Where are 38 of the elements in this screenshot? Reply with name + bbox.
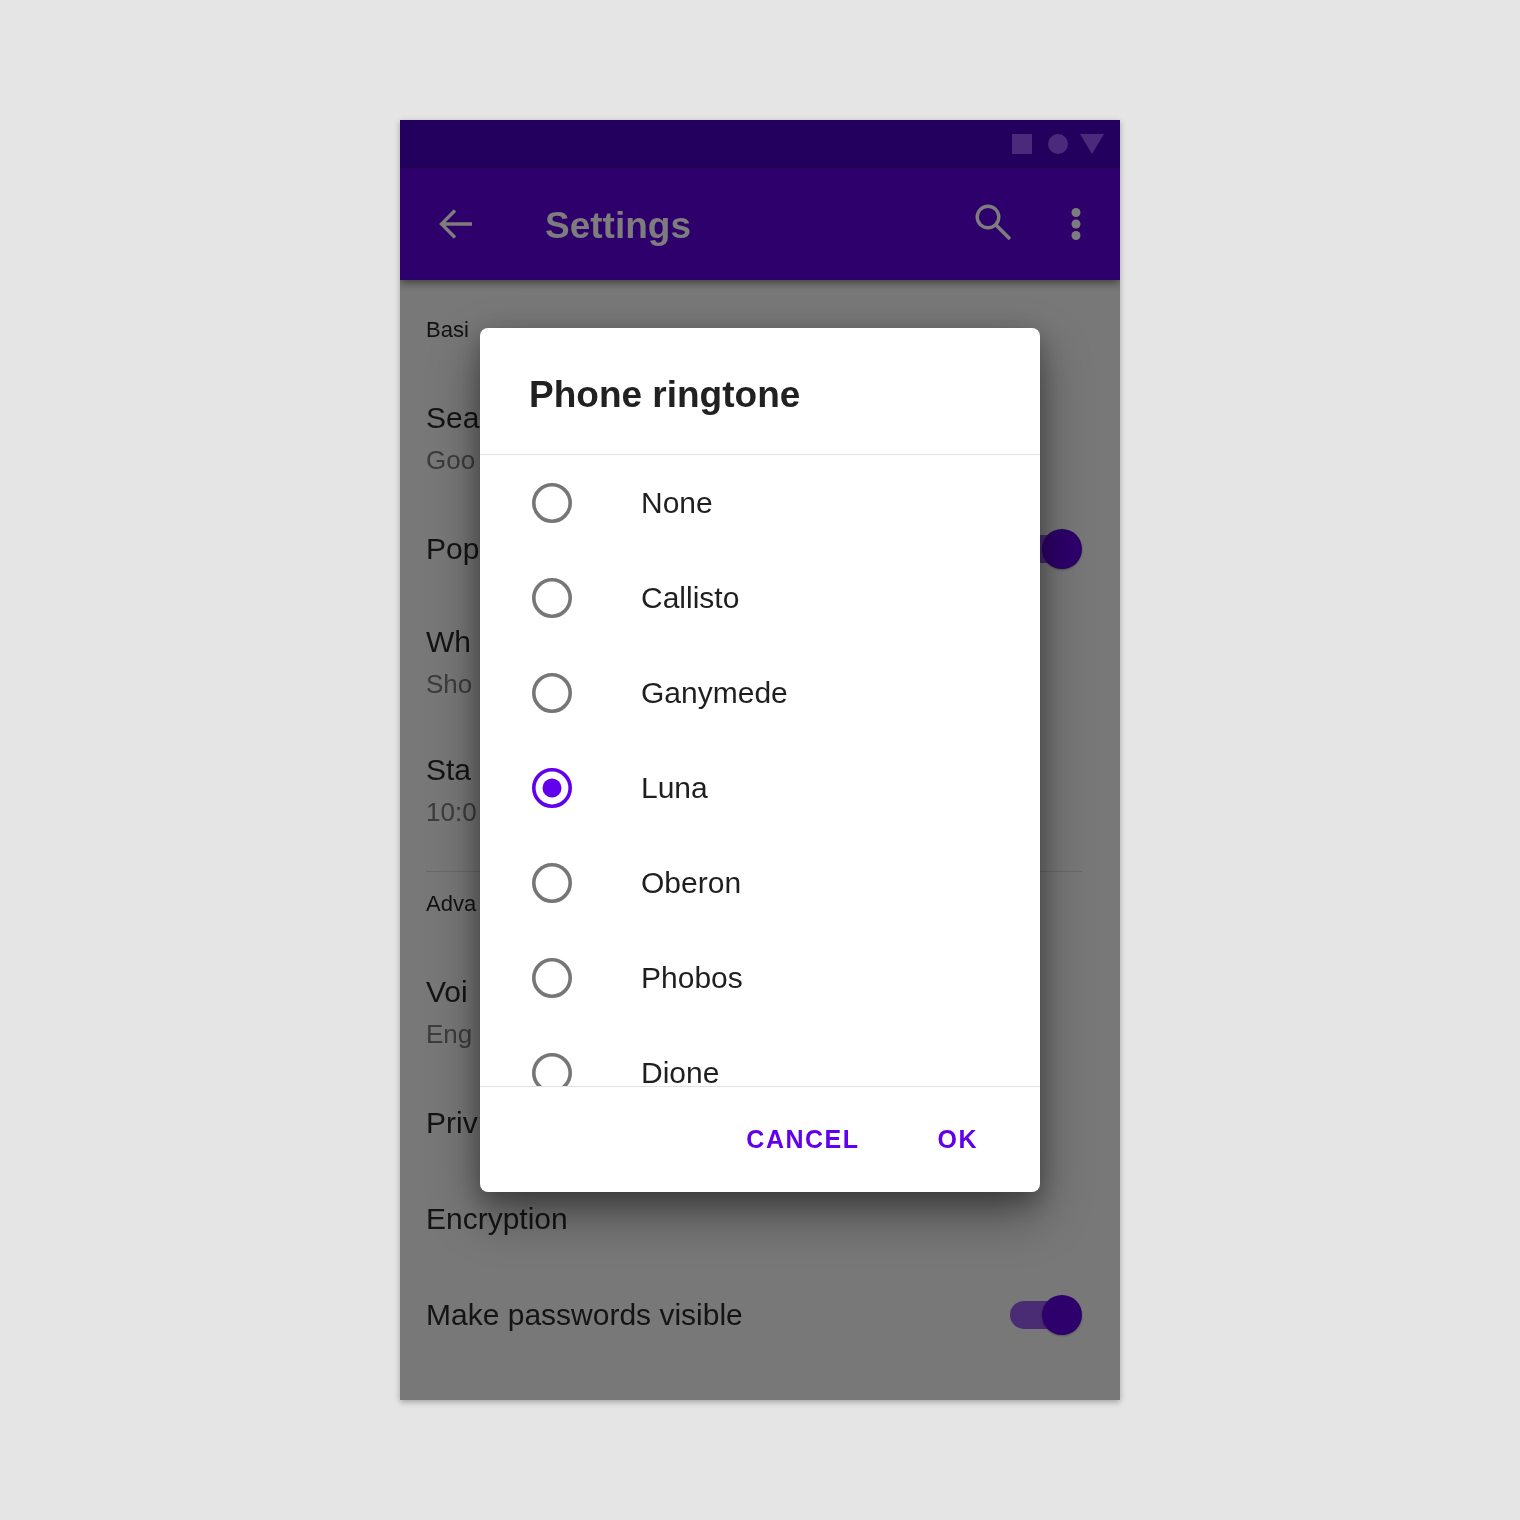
setting-title: Encryption (426, 1201, 568, 1237)
option-label[interactable]: Oberon (641, 869, 742, 896)
radio-button[interactable] (532, 1052, 572, 1086)
toggle-switch[interactable] (1010, 1295, 1082, 1335)
dialog-title: Phone ringtone (529, 373, 801, 417)
option-label[interactable]: Phobos (641, 964, 743, 991)
option-label[interactable]: None (641, 489, 713, 516)
setting-title: Wh (426, 623, 471, 660)
cancel-button[interactable]: CANCEL (730, 1107, 876, 1172)
section-header: Adva (426, 891, 477, 917)
section-header: Basi (426, 317, 469, 343)
triangle-icon (1080, 134, 1104, 154)
radio-button[interactable] (532, 672, 572, 713)
option-label[interactable]: Callisto (641, 584, 740, 611)
radio-button[interactable] (532, 862, 572, 903)
setting-subtitle: Sho (426, 668, 473, 699)
radio-button[interactable] (532, 482, 572, 523)
setting-title: Make passwords visible (426, 1297, 743, 1333)
setting-subtitle: Goo (426, 444, 476, 475)
option-label[interactable]: Dione (641, 1059, 720, 1086)
option-label[interactable]: Luna (641, 774, 708, 801)
ok-button[interactable]: OK (921, 1107, 994, 1172)
circle-icon (1048, 134, 1068, 154)
setting-subtitle: Eng (426, 1018, 473, 1049)
setting-title: Sea (426, 399, 480, 436)
radio-button[interactable] (532, 767, 572, 808)
radio-button[interactable] (532, 577, 572, 618)
more-options-icon[interactable] (1071, 208, 1081, 240)
setting-title: Priv (426, 1105, 478, 1141)
radio-button[interactable] (532, 957, 572, 998)
back-arrow-icon[interactable] (438, 208, 472, 240)
setting-subtitle: 10:0 (426, 796, 477, 827)
setting-title: Pop (426, 531, 480, 567)
setting-title: Sta (426, 751, 472, 788)
setting-title: Voi (426, 973, 468, 1010)
search-icon[interactable] (975, 204, 1011, 240)
app-bar-title: Settings (545, 204, 691, 248)
square-icon (1012, 134, 1032, 154)
